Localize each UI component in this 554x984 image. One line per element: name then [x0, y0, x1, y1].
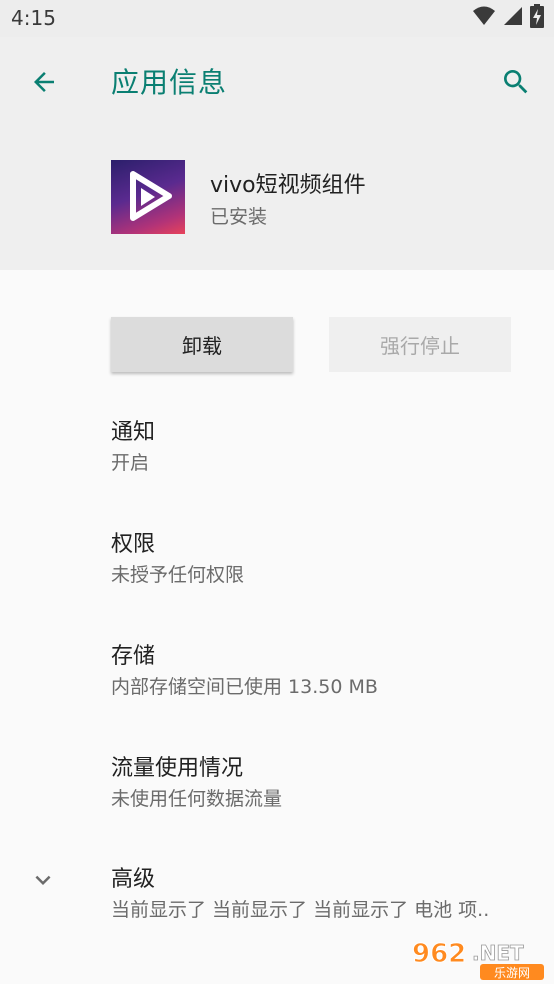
settings-item-subtitle: 开启	[111, 452, 150, 474]
force-stop-button[interactable]: 强行停止	[329, 317, 511, 372]
settings-item-subtitle: 当前显示了 当前显示了 当前显示了 电池 项..	[111, 899, 490, 921]
app-name: vivo短视频组件	[210, 173, 366, 198]
status-icons	[472, 4, 544, 32]
chevron-down-icon	[28, 865, 58, 895]
uninstall-button[interactable]: 卸载	[111, 317, 293, 372]
search-icon	[504, 70, 528, 94]
watermark-suffix: .NET	[472, 941, 524, 965]
watermark-brand: 962	[412, 939, 466, 969]
search-button[interactable]	[498, 64, 534, 100]
status-bar: 4:15	[0, 0, 554, 37]
settings-item-notifications[interactable]: 通知 开启	[0, 414, 554, 510]
settings-item-title: 高级	[111, 867, 156, 892]
wifi-icon	[472, 5, 496, 31]
settings-item-subtitle: 未使用任何数据流量	[111, 788, 283, 810]
settings-item-subtitle: 内部存储空间已使用 13.50 MB	[111, 676, 378, 698]
settings-item-data-usage[interactable]: 流量使用情况 未使用任何数据流量	[0, 750, 554, 846]
settings-item-title: 通知	[111, 420, 156, 445]
app-info-header: 应用信息 vivo短视频组件 已安装	[0, 37, 554, 270]
page-title: 应用信息	[111, 66, 228, 99]
settings-item-permissions[interactable]: 权限 未授予任何权限	[0, 526, 554, 622]
settings-item-title: 权限	[111, 532, 156, 557]
settings-item-subtitle: 未授予任何权限	[111, 564, 245, 586]
settings-item-title: 流量使用情况	[111, 756, 244, 781]
battery-charging-icon	[530, 4, 544, 32]
status-time: 4:15	[11, 6, 56, 30]
signal-icon	[502, 5, 524, 31]
settings-item-storage[interactable]: 存储 内部存储空间已使用 13.50 MB	[0, 638, 554, 734]
settings-item-title: 存储	[111, 644, 156, 669]
app-install-status: 已安装	[210, 206, 268, 228]
app-icon	[111, 160, 185, 234]
arrow-back-icon	[34, 72, 54, 92]
back-button[interactable]	[26, 64, 62, 100]
site-watermark: 962 .NET 乐游网	[410, 936, 550, 980]
watermark-subtitle: 乐游网	[494, 966, 530, 980]
